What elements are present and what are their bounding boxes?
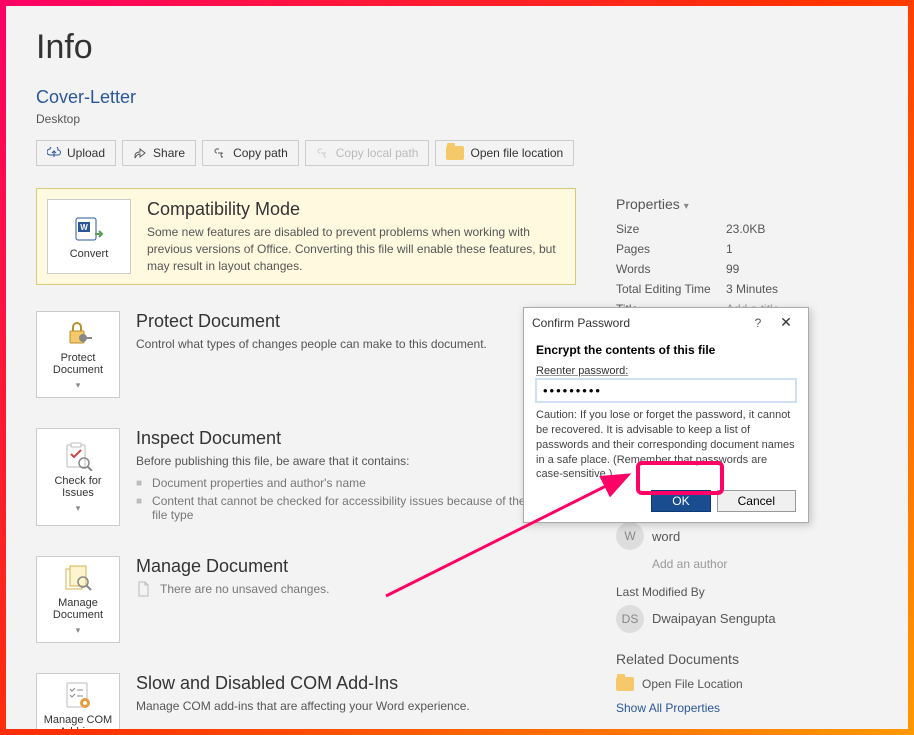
share-button[interactable]: Share [122,140,196,166]
folder-icon [616,677,634,691]
show-all-properties-link[interactable]: Show All Properties [616,701,878,715]
document-location: Desktop [36,112,878,126]
manage-tile-label: Manage Document [41,597,115,621]
reenter-password-label: Reenter password: [536,365,796,377]
open-location-label: Open file location [470,146,563,160]
author-name: word [652,529,680,544]
protect-desc: Control what types of changes people can… [136,336,576,353]
lastmod-person[interactable]: DS Dwaipayan Sengupta [616,605,878,633]
avatar: W [616,522,644,550]
protect-document-tile[interactable]: Protect Document ▾ [36,311,120,398]
reenter-password-input[interactable] [536,379,796,402]
manage-com-addins-tile[interactable]: Manage COM Add-ins [36,673,120,729]
copy-path-button[interactable]: Copy path [202,140,299,166]
chevron-down-icon: ▾ [684,201,689,212]
author-person[interactable]: W word [616,522,878,550]
convert-tile[interactable]: W Convert [47,199,131,274]
com-tile-label: Manage COM Add-ins [41,714,115,729]
confirm-password-dialog: Confirm Password ? ✕ Encrypt the content… [523,307,809,523]
ok-button[interactable]: OK [651,490,710,512]
inspect-heading: Inspect Document [136,428,576,449]
prop-pages: Pages1 [616,242,878,256]
bullet-icon: ■ [136,478,142,490]
prop-words: Words99 [616,262,878,276]
protect-section: Protect Document ▾ Protect Document Cont… [36,311,576,398]
upload-button[interactable]: Upload [36,140,116,166]
inspect-desc: Before publishing this file, be aware th… [136,453,576,470]
document-title: Cover-Letter [36,87,878,108]
manage-heading: Manage Document [136,556,576,577]
inspect-bullet-2: Content that cannot be checked for acces… [152,494,576,522]
page-title: Info [36,28,878,67]
svg-text:W: W [80,223,88,232]
add-author[interactable]: Add an author [652,556,878,573]
dialog-caution-text: Caution: If you lose or forget the passw… [536,408,796,482]
copy-local-path-button: Copy local path [305,140,430,166]
properties-header[interactable]: Properties ▾ [616,196,878,212]
document-icon [136,581,150,597]
info-backstage-page: Info Cover-Letter Desktop Upload Share C… [6,6,908,729]
manage-document-section: Manage Document ▾ Manage Document There … [36,556,576,643]
inspect-bullet-1: Document properties and author's name [152,476,366,490]
check-issues-tile-label: Check for Issues [41,475,115,499]
lastmod-name: Dwaipayan Sengupta [652,611,776,626]
com-addins-section: Manage COM Add-ins Slow and Disabled COM… [36,673,576,729]
compatibility-section: W Convert Compatibility Mode Some new fe… [36,188,576,285]
folder-icon [446,146,464,160]
prop-editing-time: Total Editing Time3 Minutes [616,282,878,296]
cancel-button[interactable]: Cancel [717,490,796,512]
upload-label: Upload [67,146,105,160]
help-button[interactable]: ? [744,316,772,330]
copy-local-path-label: Copy local path [336,146,419,160]
inspect-section: Check for Issues ▾ Inspect Document Befo… [36,428,576,526]
close-button[interactable]: ✕ [772,314,800,331]
link-icon [316,148,330,158]
prop-lastmod: Last Modified By [616,585,878,599]
protect-tile-label: Protect Document [41,352,115,376]
compat-heading: Compatibility Mode [147,199,565,220]
share-icon [133,147,147,159]
protect-heading: Protect Document [136,311,576,332]
com-heading: Slow and Disabled COM Add-Ins [136,673,576,694]
no-changes-text: There are no unsaved changes. [160,582,329,596]
open-file-location-button[interactable]: Open file location [435,140,574,166]
compat-desc: Some new features are disabled to preven… [147,224,565,274]
link-icon [213,148,227,158]
check-issues-tile[interactable]: Check for Issues ▾ [36,428,120,526]
checklist-gear-icon [61,680,95,710]
cloud-upload-icon [47,147,61,159]
word-convert-icon: W [72,214,106,244]
share-label: Share [153,146,185,160]
avatar: DS [616,605,644,633]
com-desc: Manage COM add-ins that are affecting yo… [136,698,576,715]
manage-document-tile[interactable]: Manage Document ▾ [36,556,120,643]
prop-size: Size23.0KB [616,222,878,236]
open-file-location-link[interactable]: Open File Location [616,677,878,691]
convert-tile-label: Convert [70,248,109,260]
bullet-icon: ■ [136,496,142,522]
inspect-icon [61,441,95,471]
lock-icon [61,318,95,348]
dialog-title: Confirm Password [532,316,744,330]
dialog-heading: Encrypt the contents of this file [536,343,796,357]
copy-path-label: Copy path [233,146,288,160]
manage-doc-icon [61,563,95,593]
related-docs-header: Related Documents [616,651,878,667]
info-toolbar: Upload Share Copy path Copy local path O… [36,140,878,166]
